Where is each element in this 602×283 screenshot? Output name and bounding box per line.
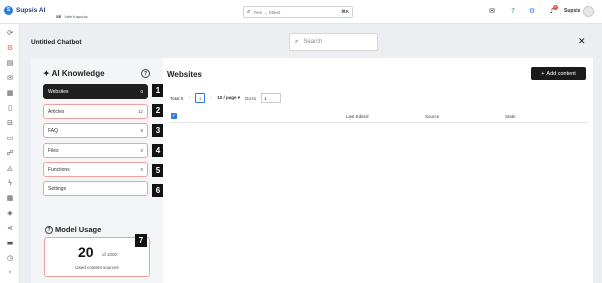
tag-icon[interactable]: ⊟ xyxy=(5,119,15,127)
box-icon[interactable]: ◈ xyxy=(5,209,15,217)
workspace-name: Vale Kapsula xyxy=(64,14,88,19)
goto-label: Go to xyxy=(245,95,257,101)
knowledge-item-count: 0 xyxy=(140,167,143,172)
help-icon[interactable]: ? xyxy=(45,226,53,234)
knowledge-item-count: 8 xyxy=(140,128,143,133)
global-search-placeholder: Yeni → Etiket xyxy=(253,9,281,15)
column-source[interactable]: Source xyxy=(425,114,439,119)
notification-badge: 8 xyxy=(553,5,558,10)
goto-input[interactable]: 1 xyxy=(261,93,282,103)
info-icon[interactable]: ? xyxy=(141,69,150,78)
knowledge-item-label: Settings xyxy=(48,185,67,192)
users-icon[interactable]: ☍ xyxy=(5,149,15,157)
websites-title: Websites xyxy=(167,70,202,79)
usage-limit: of 1000 xyxy=(102,252,118,257)
column-state[interactable]: State xyxy=(505,114,516,119)
chart-icon[interactable]: ◬ xyxy=(5,164,15,172)
knowledge-item-count: 12 xyxy=(137,109,143,114)
knowledge-item-label: FAQ xyxy=(48,127,59,134)
table-header: ✓ Last Edited Source State xyxy=(170,112,588,123)
model-usage-title: ? Model Usage xyxy=(45,225,101,234)
knowledge-item-websites[interactable]: Websites 0 xyxy=(43,84,148,99)
expand-icon[interactable]: › xyxy=(5,268,15,276)
plus-icon: + xyxy=(541,70,545,77)
global-search[interactable]: ⌕ Yeni → Etiket ⌘K xyxy=(243,6,353,18)
add-content-label: Add content xyxy=(546,70,576,77)
knowledge-item-label: Functions xyxy=(48,166,70,173)
help-icon[interactable]: ? xyxy=(508,6,518,16)
top-bar: S Supsis AI SE Vale Kapsula ⌕ Yeni → Etik… xyxy=(0,0,602,24)
page-title: Untitled Chatbot xyxy=(31,39,82,46)
close-icon[interactable]: ✕ xyxy=(578,37,586,47)
search-input[interactable]: ⌕ Search xyxy=(289,33,378,51)
logo-icon: S xyxy=(4,6,13,15)
mail-icon[interactable]: ✉ xyxy=(5,74,15,82)
grid-icon[interactable]: ▦ xyxy=(5,194,15,202)
usage-count: 20 xyxy=(78,244,94,260)
knowledge-item-functions[interactable]: Functions 0 xyxy=(43,162,148,177)
page-size-select[interactable]: 10 / page ▾ xyxy=(217,95,240,101)
column-last-edited[interactable]: Last Edited xyxy=(346,114,369,119)
usage-caption: Used content sources xyxy=(75,265,119,270)
knowledge-item-faq[interactable]: FAQ 8 xyxy=(43,123,148,138)
select-all-checkbox[interactable]: ✓ xyxy=(171,113,177,119)
knowledge-item-settings[interactable]: Settings xyxy=(43,181,148,196)
search-shortcut: ⌘K xyxy=(341,9,349,14)
calendar-icon[interactable]: ▦ xyxy=(5,89,15,97)
brand-name: Supsis AI xyxy=(16,7,46,14)
workspace-prefix: SE xyxy=(56,14,62,19)
page-number[interactable]: 1 xyxy=(195,93,206,103)
left-rail: ⟳ ⚙ ▤ ✉ ▦ ▯ ⊟ ▭ ☍ ◬ ϟ ▦ ◈ ⋖ ▬ ◷ › xyxy=(0,0,20,283)
next-page-icon[interactable]: › xyxy=(210,95,212,101)
search-icon: ⌕ xyxy=(295,38,299,45)
inbox-icon[interactable]: ▤ xyxy=(5,59,15,67)
search-icon: ⌕ xyxy=(247,8,251,15)
knowledge-item-articles[interactable]: Articles 12 xyxy=(43,104,148,119)
knowledge-item-files[interactable]: Files 0 xyxy=(43,143,148,158)
card-icon[interactable]: ▬ xyxy=(5,239,15,247)
workspace-selector[interactable]: SE Vale Kapsula xyxy=(56,14,88,19)
knowledge-item-count: 0 xyxy=(140,148,143,153)
brand-logo[interactable]: S Supsis AI xyxy=(4,6,45,15)
archive-icon[interactable]: ▭ xyxy=(5,134,15,142)
knowledge-item-label: Articles xyxy=(48,108,65,115)
websites-panel xyxy=(163,58,593,283)
page-size-value: 10 / page xyxy=(217,95,237,100)
knowledge-title-text: AI Knowledge xyxy=(51,69,105,78)
chatbot-icon[interactable]: ⚙ xyxy=(5,44,15,52)
share-icon[interactable]: ⋖ xyxy=(5,224,15,232)
pagination: Total 0 ‹ 1 › 10 / page ▾ Go to 1 xyxy=(170,93,282,103)
knowledge-item-count: 0 xyxy=(140,89,143,94)
flash-icon[interactable]: ϟ xyxy=(5,179,15,187)
avatar[interactable] xyxy=(583,6,594,17)
username[interactable]: Supsis xyxy=(564,8,580,14)
model-usage-title-text: Model Usage xyxy=(55,225,102,234)
mail-icon[interactable]: ✉ xyxy=(487,6,497,16)
document-icon[interactable]: ▯ xyxy=(5,104,15,112)
prev-page-icon[interactable]: ‹ xyxy=(188,95,190,101)
add-content-button[interactable]: + Add content xyxy=(531,67,586,80)
search-placeholder: Search xyxy=(303,39,323,45)
knowledge-title: ✦ AI Knowledge xyxy=(43,69,105,78)
total-count: Total 0 xyxy=(170,95,184,101)
knowledge-item-label: Websites xyxy=(48,88,69,95)
settings-icon[interactable]: ⚙ xyxy=(527,6,537,16)
clock-icon[interactable]: ◷ xyxy=(5,254,15,262)
refresh-icon[interactable]: ⟳ xyxy=(5,29,15,37)
knowledge-item-label: Files xyxy=(48,147,59,154)
marker-7: 7 xyxy=(135,234,147,247)
